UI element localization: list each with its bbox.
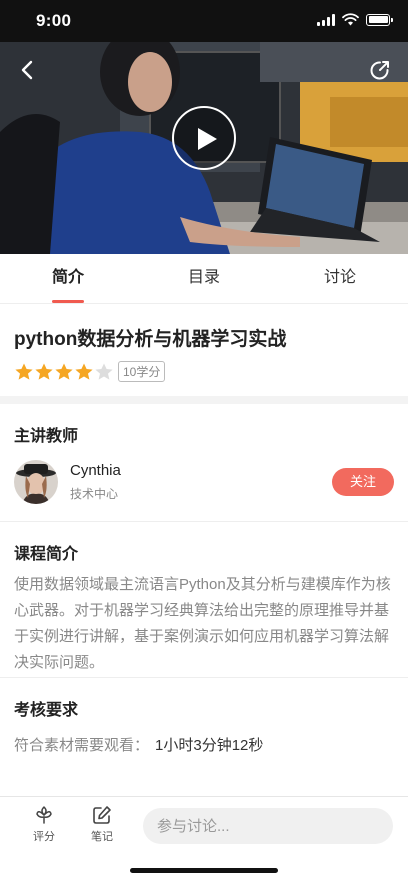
notes-button[interactable]: 笔记 [82,805,122,844]
share-icon[interactable] [368,58,392,82]
rating-row: 10学分 [14,361,394,382]
rate-label: 评分 [33,831,55,843]
play-button[interactable] [172,106,236,170]
status-icons [317,13,393,26]
star-empty-icon [95,363,113,380]
tab-bar: 简介 目录 讨论 [0,254,408,304]
teacher-section-title: 主讲教师 [14,428,79,445]
tab-catalog[interactable]: 目录 [136,254,272,303]
exam-section-title: 考核要求 [14,702,79,719]
section-divider [0,396,408,404]
edit-note-icon [93,806,111,824]
star-filled-icon [75,363,93,380]
course-header: python数据分析与机器学习实战 10学分 [0,304,408,396]
flower-icon [36,806,52,824]
notes-label: 笔记 [91,831,113,843]
star-filled-icon [35,363,53,380]
exam-label: 符合素材需要观看： [14,737,150,754]
status-time: 9:00 [36,11,72,30]
status-bar: 9:00 [0,0,408,42]
follow-button[interactable]: 关注 [332,468,394,496]
credit-badge: 10学分 [118,361,166,382]
battery-icon [366,13,393,26]
wifi-icon [342,13,359,26]
intro-section-title: 课程简介 [14,546,79,563]
teacher-row: Cynthia 技术中心 关注 [14,460,394,504]
teacher-section: 主讲教师 Cynthia 技术中心 关注 [0,404,408,522]
bottom-bar: 评分 笔记 [0,796,408,856]
intro-section: 课程简介 使用数据领域最主流语言Python及其分析与建模库作为核心武器。对于机… [0,522,408,678]
star-rating [14,362,114,382]
exam-requirement: 符合素材需要观看： 1小时3分钟12秒 [14,734,394,755]
star-filled-icon [55,363,73,380]
play-icon [198,128,217,150]
home-indicator [130,868,278,873]
back-arrow-icon[interactable] [16,58,40,82]
intro-text: 使用数据领域最主流语言Python及其分析与建模库作为核心武器。对于机器学习经典… [14,576,391,671]
signal-icon [317,13,335,26]
teacher-name: Cynthia [70,462,121,479]
exam-section: 考核要求 符合素材需要观看： 1小时3分钟12秒 [0,678,408,796]
video-player[interactable] [0,42,408,254]
exam-duration: 1小时3分钟12秒 [155,737,264,754]
rate-button[interactable]: 评分 [24,805,64,844]
course-title: python数据分析与机器学习实战 [14,329,287,350]
star-filled-icon [15,363,33,380]
avatar[interactable] [14,460,58,504]
comment-input[interactable] [143,808,393,844]
teacher-info: Cynthia 技术中心 [70,462,121,502]
tab-discussion[interactable]: 讨论 [272,254,408,303]
teacher-department: 技术中心 [70,487,119,501]
tab-intro[interactable]: 简介 [0,254,136,303]
